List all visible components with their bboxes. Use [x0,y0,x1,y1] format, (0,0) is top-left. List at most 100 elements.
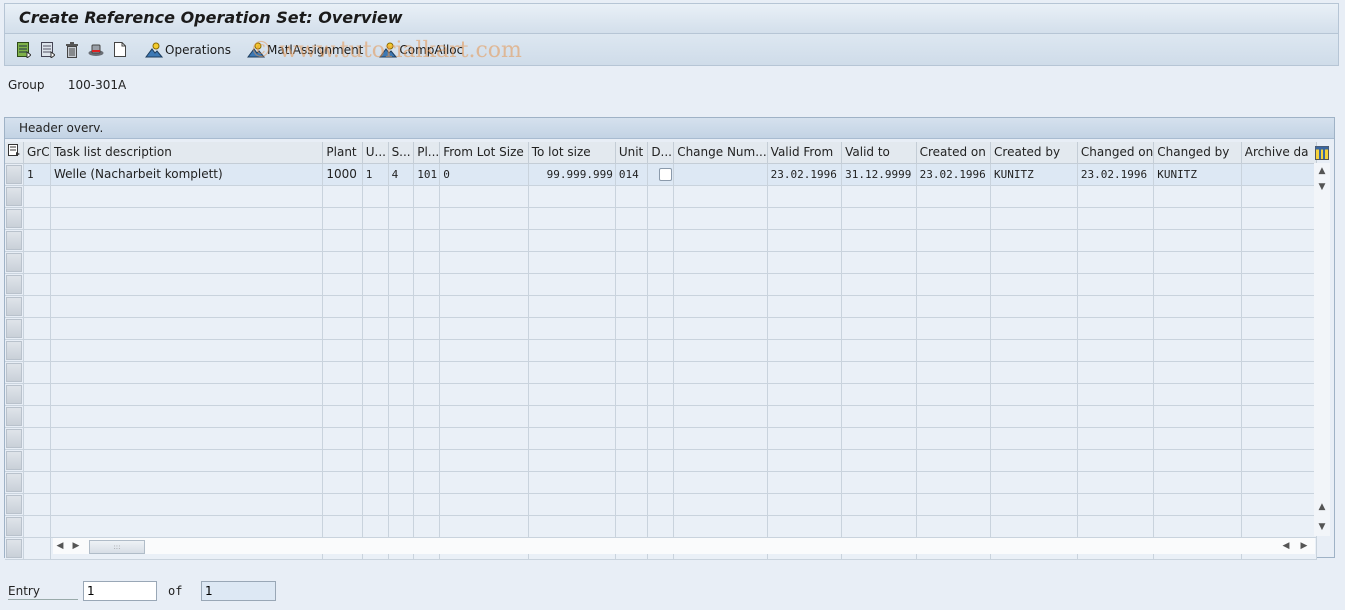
column-header[interactable]: Task list description [50,142,324,164]
table-cell [439,207,529,230]
column-layout-icon[interactable] [1314,142,1330,163]
table-cell [916,449,992,472]
table-cell [767,339,843,362]
empty-table-row [5,207,1318,230]
column-header[interactable]: Change Num... [673,142,768,164]
column-header[interactable]: S... [388,142,415,164]
table-cell [413,251,441,274]
table-cell [50,361,324,384]
row-selector[interactable] [5,449,24,472]
empty-table-row [5,449,1318,472]
empty-table-row [5,383,1318,406]
table-cell [1153,185,1242,208]
table-cell [1077,295,1155,318]
table-cell [23,229,51,252]
table-cell [615,471,649,494]
new-document-icon[interactable] [111,41,129,59]
row-selector[interactable] [5,361,24,384]
scroll-down-icon[interactable]: ▼ [1314,179,1330,195]
scroll-up-icon[interactable]: ▲ [1314,163,1330,179]
row-selector[interactable] [5,537,24,560]
column-header[interactable]: From Lot Size [439,142,529,164]
scroll-right-icon[interactable]: ▶ [1297,538,1311,554]
table-cell: 1 [23,163,51,186]
row-selector[interactable] [5,471,24,494]
column-header[interactable]: Changed on [1077,142,1155,164]
column-header[interactable]: Pl... [413,142,441,164]
column-header[interactable]: U... [362,142,389,164]
table-cell [322,361,363,384]
table-cell [1153,361,1242,384]
table-cell [528,493,616,516]
detail-icon[interactable] [39,41,57,59]
empty-table-row [5,229,1318,252]
column-settings-icon[interactable] [5,142,24,164]
table-cell [528,361,616,384]
row-selector[interactable] [5,427,24,450]
table-cell [647,471,675,494]
column-header[interactable]: Archive da [1241,142,1318,164]
row-selector[interactable] [5,163,24,186]
table-cell [647,405,675,428]
table-cell [615,427,649,450]
column-header[interactable]: Valid to [841,142,917,164]
row-selector[interactable] [5,207,24,230]
entry-input[interactable] [83,581,157,601]
table-cell [647,229,675,252]
table-cell [50,339,324,362]
hat-icon[interactable] [87,41,105,59]
row-selector[interactable] [5,229,24,252]
row-selector[interactable] [5,339,24,362]
table-cell [916,185,992,208]
table-cell [1153,339,1242,362]
scroll-left-icon[interactable]: ◀ [1279,538,1293,554]
deletion-flag-checkbox[interactable] [659,168,673,181]
group-value: 100-301A [67,78,127,92]
table-settings-icon[interactable] [15,41,33,59]
header-table: GrC Task list description Plant U... S... Pl.… [5,142,1318,560]
scroll-up-icon[interactable]: ▲ [1314,499,1330,515]
column-header[interactable]: Created by [990,142,1078,164]
column-header[interactable]: D... [647,142,675,164]
scroll-left-icon[interactable]: ◀ [53,538,67,554]
row-selector[interactable] [5,493,24,516]
comp-alloc-button[interactable]: CompAlloc [379,42,463,58]
table-cell [23,537,51,560]
row-selector[interactable] [5,273,24,296]
row-selector[interactable] [5,515,24,538]
column-header[interactable]: Valid From [767,142,843,164]
empty-table-row [5,251,1318,274]
row-selector[interactable] [5,405,24,428]
table-cell [990,427,1078,450]
matl-assignment-button[interactable]: MatlAssignment [246,42,363,58]
table-cell [439,471,529,494]
table-cell [647,449,675,472]
table-cell [322,339,363,362]
row-selector[interactable] [5,317,24,340]
scroll-right-icon[interactable]: ▶ [69,538,83,554]
column-header[interactable]: To lot size [528,142,616,164]
row-selector[interactable] [5,295,24,318]
table-cell [23,383,51,406]
column-header[interactable]: Unit [615,142,649,164]
row-selector[interactable] [5,185,24,208]
table-cell [990,317,1078,340]
delete-icon[interactable] [63,41,81,59]
scroll-thumb[interactable]: ::: [89,540,145,554]
column-header[interactable]: Plant [322,142,363,164]
table-cell [615,295,649,318]
column-header[interactable]: GrC [23,142,51,164]
scroll-down-icon[interactable]: ▼ [1314,519,1330,535]
operations-button[interactable]: Operations [145,42,231,58]
column-header[interactable]: Changed by [1153,142,1242,164]
table-cell [767,317,843,340]
column-header[interactable]: Created on [916,142,992,164]
row-selector[interactable] [5,383,24,406]
horizontal-scrollbar[interactable]: ◀ ▶ ::: ◀ ▶ [53,538,1315,554]
table-cell [767,229,843,252]
row-selector[interactable] [5,251,24,274]
table-row[interactable]: 1 Welle (Nacharbeit komplett) 1000 1 4 101 0 99… [5,163,1318,186]
table-cell [388,339,415,362]
table-cell [413,383,441,406]
vertical-scrollbar[interactable]: ▲ ▼ ▲ ▼ [1314,163,1330,536]
